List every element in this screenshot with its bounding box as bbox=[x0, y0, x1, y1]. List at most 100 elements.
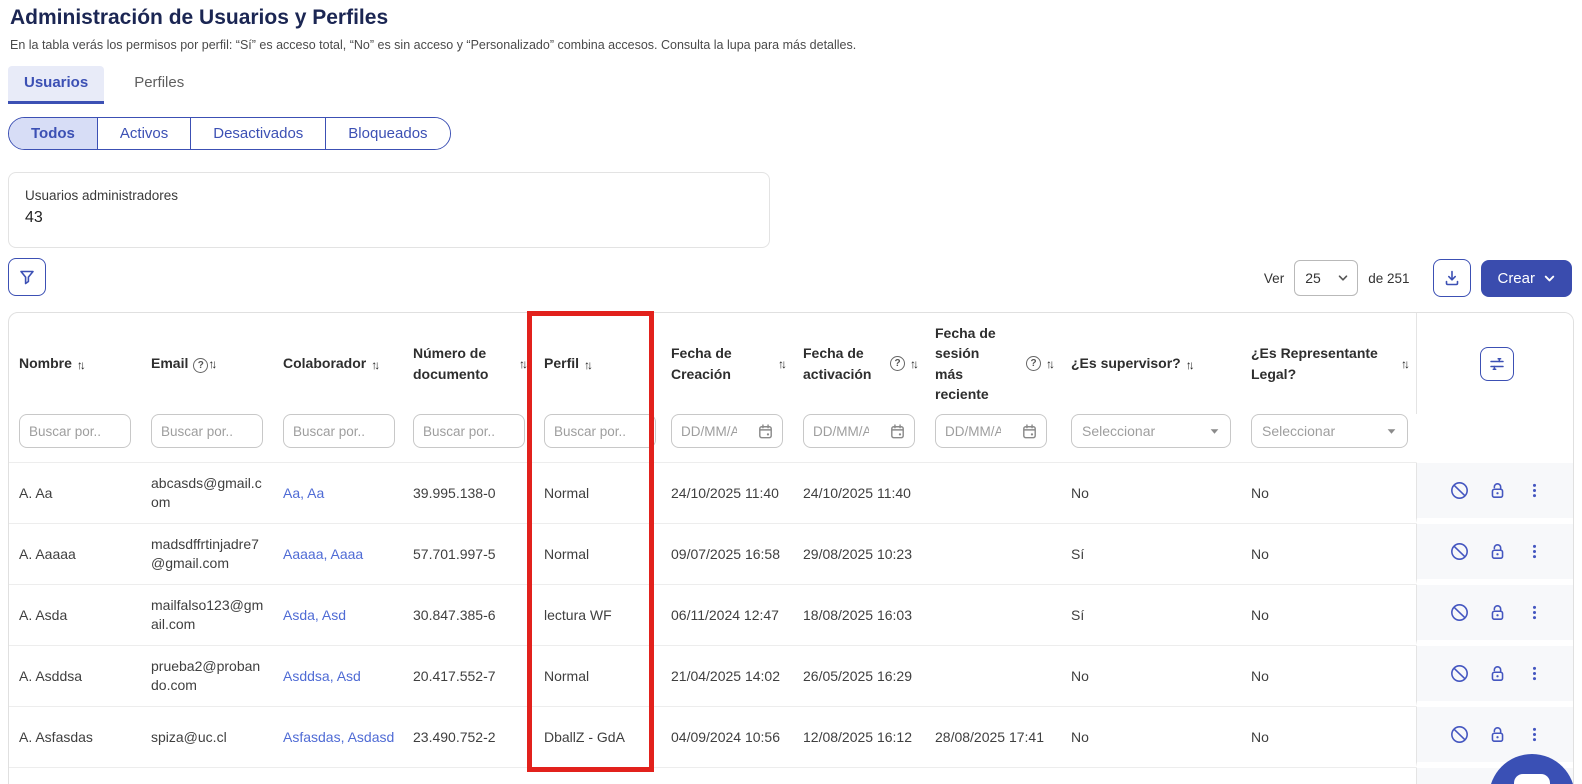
date-placeholder: DD/MM/AAAA bbox=[945, 424, 1001, 439]
search-input-perfil[interactable] bbox=[544, 414, 656, 448]
ban-icon bbox=[1449, 663, 1470, 684]
column-settings-button[interactable] bbox=[1480, 347, 1514, 381]
sort-icon-email[interactable]: ↑↓ bbox=[208, 357, 217, 371]
ban-icon bbox=[1449, 724, 1470, 745]
cell-colaborador bbox=[273, 767, 403, 784]
status-filter-group: TodosActivosDesactivadosBloqueados bbox=[8, 117, 451, 150]
filter-cell-documento bbox=[403, 414, 534, 462]
kebab-menu-icon bbox=[1525, 480, 1544, 501]
calendar-icon[interactable] bbox=[888, 422, 907, 441]
column-header-sesion: Fecha de sesión más reciente? ↑↓ bbox=[925, 313, 1061, 414]
cell-creacion: 21/04/2025 14:02 bbox=[661, 645, 793, 706]
column-header-creacion: Fecha de Creación↑↓ bbox=[661, 313, 793, 414]
unlock-user-button[interactable] bbox=[1487, 541, 1508, 562]
download-button[interactable] bbox=[1433, 259, 1471, 297]
deactivate-user-button[interactable] bbox=[1449, 602, 1470, 623]
sort-icon-representante[interactable]: ↑↓ bbox=[1401, 357, 1410, 371]
colaborador-link[interactable]: Aa, Aa bbox=[283, 484, 395, 503]
row-actions bbox=[1416, 462, 1573, 523]
help-icon[interactable]: ? bbox=[890, 356, 905, 371]
row-menu-button[interactable] bbox=[1525, 602, 1544, 623]
search-input-colaborador[interactable] bbox=[283, 414, 395, 448]
page-size-select[interactable]: 25 bbox=[1294, 260, 1358, 296]
cell-nombre: A. Asddsa bbox=[9, 645, 141, 706]
help-icon[interactable]: ? bbox=[1026, 356, 1041, 371]
status-chip-bloqueados[interactable]: Bloqueados bbox=[326, 118, 449, 149]
kebab-menu-icon bbox=[1525, 602, 1544, 623]
cell-representante: No bbox=[1241, 462, 1416, 523]
deactivate-user-button[interactable] bbox=[1449, 480, 1470, 501]
filter-cell-supervisor: Seleccionar bbox=[1061, 414, 1241, 462]
cell-supervisor: Sí bbox=[1061, 523, 1241, 584]
cell-nombre: A. Aa bbox=[9, 462, 141, 523]
unlock-icon bbox=[1487, 663, 1508, 684]
column-header-icons-supervisor: ↑↓ bbox=[1186, 356, 1195, 372]
cell-colaborador: Aa, Aa bbox=[273, 462, 403, 523]
colaborador-link[interactable]: Asddsa, Asd bbox=[283, 667, 395, 686]
sort-icon-perfil[interactable]: ↑↓ bbox=[584, 358, 593, 372]
select-placeholder: Seleccionar bbox=[1082, 423, 1155, 439]
page-size-value: 25 bbox=[1305, 270, 1321, 286]
cell-activacion: 24/10/2025 11:40 bbox=[793, 462, 925, 523]
calendar-icon[interactable] bbox=[1020, 422, 1039, 441]
column-settings-icon bbox=[1487, 354, 1507, 374]
sort-icon-nombre[interactable]: ↑↓ bbox=[77, 358, 86, 372]
sort-icon-supervisor[interactable]: ↑↓ bbox=[1186, 358, 1195, 372]
status-chip-todos[interactable]: Todos bbox=[9, 118, 98, 149]
sort-icon-colaborador[interactable]: ↑↓ bbox=[371, 358, 380, 372]
column-header-icons-perfil: ↑↓ bbox=[584, 356, 593, 372]
cell-colaborador: Asfasdas, Asdasd bbox=[273, 706, 403, 767]
cell-documento bbox=[403, 767, 534, 784]
calendar-icon[interactable] bbox=[756, 422, 775, 441]
status-chip-activos[interactable]: Activos bbox=[98, 118, 191, 149]
select-input-representante[interactable]: Seleccionar bbox=[1251, 414, 1408, 448]
tab-perfiles[interactable]: Perfiles bbox=[118, 66, 200, 104]
unlock-user-button[interactable] bbox=[1487, 663, 1508, 684]
toolbar-right: Ver 25 de 251 Crear bbox=[1264, 259, 1572, 297]
colaborador-link[interactable]: Asfasdas, Asdasd bbox=[283, 728, 395, 747]
cell-email: mailfalso123@gmail.com bbox=[141, 584, 273, 645]
cell-activacion: 01/10/2025 bbox=[793, 767, 925, 784]
deactivate-user-button[interactable] bbox=[1449, 541, 1470, 562]
date-input-sesion[interactable]: DD/MM/AAAA bbox=[935, 414, 1047, 448]
sort-icon-activacion[interactable]: ↑↓ bbox=[910, 357, 919, 371]
sort-icon-documento[interactable]: ↑↓ bbox=[519, 357, 528, 371]
date-input-creacion[interactable]: DD/MM/AAAA bbox=[671, 414, 783, 448]
ver-label: Ver bbox=[1264, 271, 1284, 286]
cell-email: madsdffrtinjadre7@gmail.com bbox=[141, 523, 273, 584]
unlock-user-button[interactable] bbox=[1487, 724, 1508, 745]
page-title: Administración de Usuarios y Perfiles bbox=[10, 6, 388, 30]
deactivate-user-button[interactable] bbox=[1449, 724, 1470, 745]
column-header-activacion: Fecha de activa­ción?↑↓ bbox=[793, 313, 925, 414]
deactivate-user-button[interactable] bbox=[1449, 663, 1470, 684]
search-input-email[interactable] bbox=[151, 414, 263, 448]
create-button[interactable]: Crear bbox=[1481, 260, 1572, 297]
cell-nombre: A. Asda bbox=[9, 584, 141, 645]
row-actions bbox=[1416, 523, 1573, 584]
select-input-supervisor[interactable]: Seleccionar bbox=[1071, 414, 1231, 448]
cell-perfil: Normal bbox=[534, 462, 661, 523]
help-icon[interactable]: ? bbox=[193, 358, 208, 373]
date-input-activacion[interactable]: DD/MM/AAAA bbox=[803, 414, 915, 448]
row-menu-button[interactable] bbox=[1525, 663, 1544, 684]
search-input-documento[interactable] bbox=[413, 414, 525, 448]
column-header-icons-creacion: ↑↓ bbox=[778, 357, 787, 371]
unlock-user-button[interactable] bbox=[1487, 480, 1508, 501]
cell-email bbox=[141, 767, 273, 784]
cell-representante: No bbox=[1241, 706, 1416, 767]
sort-icon-sesion[interactable]: ↑↓ bbox=[1046, 357, 1055, 371]
colaborador-link[interactable]: Asda, Asd bbox=[283, 606, 395, 625]
status-chip-desactivados[interactable]: Desactivados bbox=[191, 118, 326, 149]
filter-button[interactable] bbox=[8, 258, 46, 296]
colaborador-link[interactable]: Aaaaa, Aaaa bbox=[283, 545, 395, 564]
sort-icon-creacion[interactable]: ↑↓ bbox=[778, 357, 787, 371]
row-menu-button[interactable] bbox=[1525, 480, 1544, 501]
date-placeholder: DD/MM/AAAA bbox=[681, 424, 737, 439]
row-menu-button[interactable] bbox=[1525, 541, 1544, 562]
tab-usuarios[interactable]: Usuarios bbox=[8, 66, 104, 104]
users-table: Nombre↑↓Email?↑↓Colaborador↑↓Número de d… bbox=[8, 312, 1574, 784]
row-menu-button[interactable] bbox=[1525, 724, 1544, 745]
column-label-sesion: Fecha de sesión más reciente bbox=[935, 323, 1003, 404]
search-input-nombre[interactable] bbox=[19, 414, 131, 448]
unlock-user-button[interactable] bbox=[1487, 602, 1508, 623]
